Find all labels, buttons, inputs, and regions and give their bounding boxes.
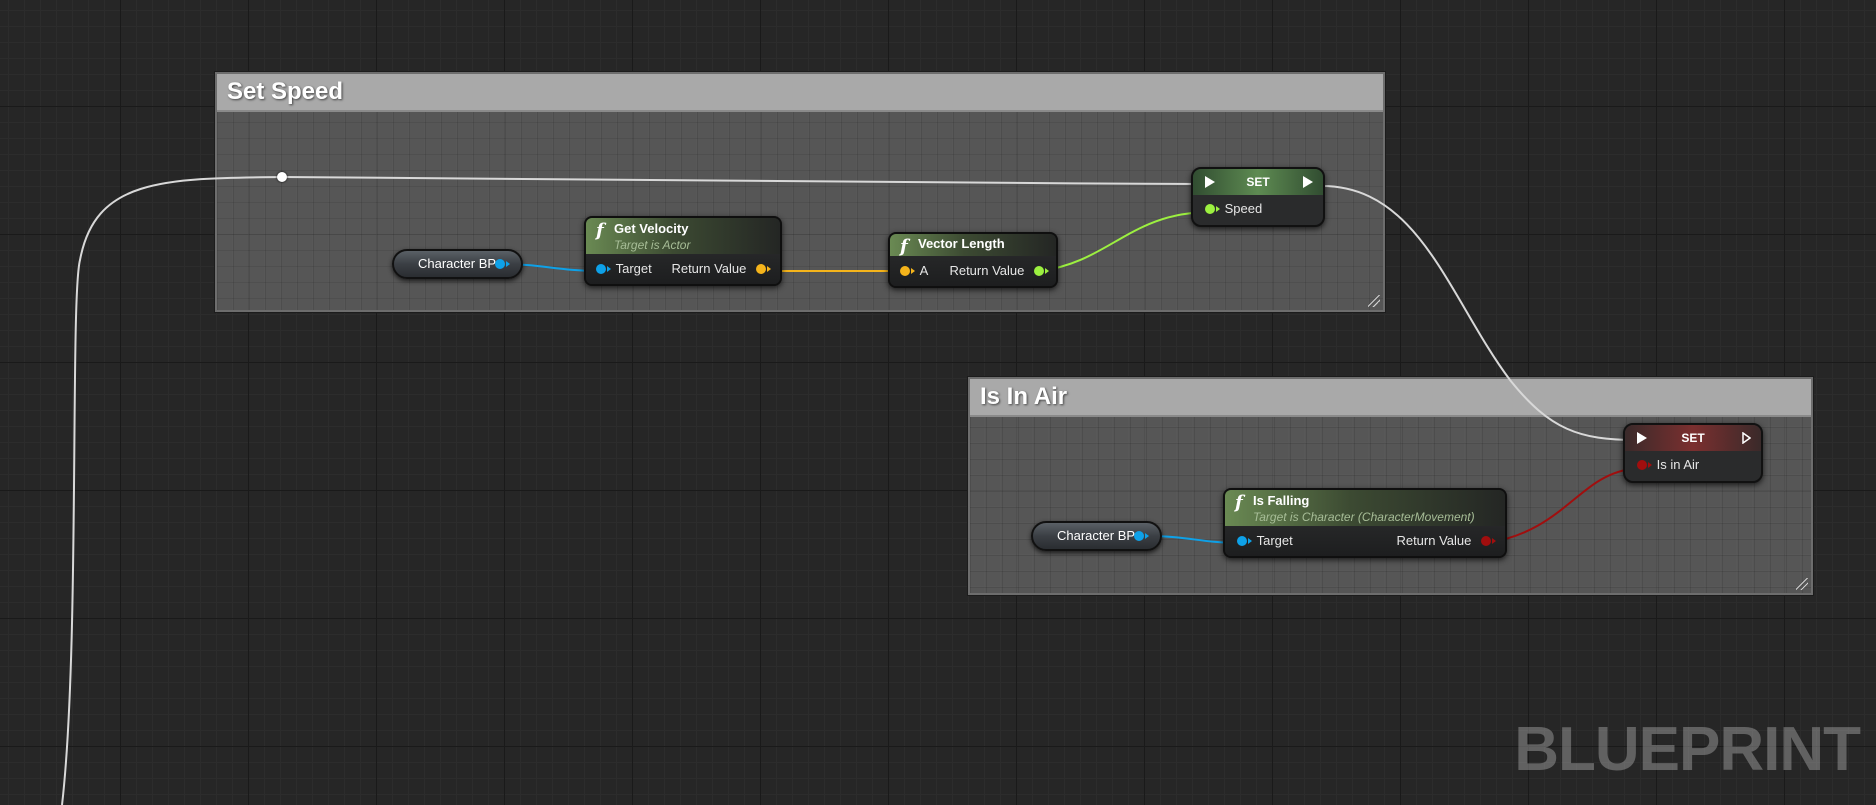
blueprint-graph-canvas[interactable]: Set Speed Is In Air Character BP f Get V… bbox=[0, 0, 1876, 805]
return-value-output-pin[interactable] bbox=[1481, 536, 1496, 546]
target-input-pin[interactable] bbox=[1237, 536, 1252, 546]
set-is-in-air-node[interactable]: SET Is in Air bbox=[1623, 423, 1763, 483]
resize-grip-icon[interactable] bbox=[1796, 578, 1808, 590]
vector-length-node[interactable]: f Vector Length A Return Value bbox=[888, 232, 1058, 288]
node-header: f Get Velocity Target is Actor bbox=[586, 218, 780, 254]
pin-label: Target bbox=[1256, 533, 1293, 548]
input-pin-row[interactable]: A bbox=[900, 263, 928, 279]
node-header: f Is Falling Target is Character (Charac… bbox=[1225, 490, 1505, 526]
pin-label: Return Value bbox=[671, 261, 747, 276]
function-icon: f bbox=[1235, 492, 1243, 513]
function-icon: f bbox=[596, 220, 604, 241]
function-icon: f bbox=[900, 236, 908, 257]
node-header: SET bbox=[1625, 425, 1761, 451]
exec-output-icon[interactable] bbox=[1742, 432, 1751, 444]
return-value-output-pin[interactable] bbox=[1034, 266, 1049, 276]
return-value-output-pin[interactable] bbox=[756, 264, 771, 274]
exec-input-icon[interactable] bbox=[1205, 176, 1215, 188]
input-pin-row[interactable]: Speed bbox=[1205, 201, 1262, 217]
pin-label: Return Value bbox=[1396, 533, 1472, 548]
blueprint-watermark: BLUEPRINT bbox=[1514, 715, 1861, 784]
set-speed-node[interactable]: SET Speed bbox=[1191, 167, 1325, 227]
variable-label: Character BP bbox=[418, 256, 497, 271]
input-pin-row[interactable]: Target bbox=[1237, 533, 1293, 549]
node-title: SET bbox=[1681, 431, 1705, 445]
output-pin-row[interactable]: Return Value bbox=[671, 261, 771, 277]
is-falling-node[interactable]: f Is Falling Target is Character (Charac… bbox=[1223, 488, 1507, 558]
get-velocity-node[interactable]: f Get Velocity Target is Actor Target Re… bbox=[584, 216, 782, 286]
object-output-pin[interactable] bbox=[1134, 531, 1149, 541]
comment-title[interactable]: Set Speed bbox=[217, 74, 1383, 112]
character-bp-variable-node[interactable]: Character BP bbox=[392, 249, 523, 279]
a-input-pin[interactable] bbox=[900, 266, 915, 276]
is-in-air-input-pin[interactable] bbox=[1637, 460, 1652, 470]
node-header: SET bbox=[1193, 169, 1323, 195]
object-output-pin[interactable] bbox=[495, 259, 510, 269]
variable-label: Character BP bbox=[1057, 528, 1136, 543]
reroute-knot-icon[interactable] bbox=[277, 172, 287, 182]
node-title: Is Falling bbox=[1253, 493, 1310, 508]
output-pin-row[interactable]: Return Value bbox=[949, 263, 1049, 279]
speed-input-pin[interactable] bbox=[1205, 204, 1220, 214]
pin-label: Is in Air bbox=[1656, 457, 1700, 472]
input-pin-row[interactable]: Is in Air bbox=[1637, 457, 1699, 473]
pin-label: Target bbox=[615, 261, 652, 276]
target-input-pin[interactable] bbox=[596, 264, 611, 274]
node-title: Vector Length bbox=[918, 236, 1005, 251]
character-bp-variable-node[interactable]: Character BP bbox=[1031, 521, 1162, 551]
pin-label: Speed bbox=[1224, 201, 1263, 216]
node-title: SET bbox=[1246, 175, 1270, 189]
exec-output-icon[interactable] bbox=[1303, 176, 1313, 188]
comment-box-is-in-air[interactable]: Is In Air bbox=[968, 377, 1813, 595]
node-subtitle: Target is Character (CharacterMovement) bbox=[1253, 510, 1475, 524]
input-pin-row[interactable]: Target bbox=[596, 261, 652, 277]
pin-label: A bbox=[919, 263, 929, 278]
node-header: f Vector Length bbox=[890, 234, 1056, 257]
node-title: Get Velocity bbox=[614, 221, 689, 236]
output-pin-row[interactable]: Return Value bbox=[1396, 533, 1496, 549]
pin-label: Return Value bbox=[949, 263, 1025, 278]
resize-grip-icon[interactable] bbox=[1368, 295, 1380, 307]
exec-input-icon[interactable] bbox=[1637, 432, 1647, 444]
node-subtitle: Target is Actor bbox=[614, 238, 691, 252]
comment-title[interactable]: Is In Air bbox=[970, 379, 1811, 417]
